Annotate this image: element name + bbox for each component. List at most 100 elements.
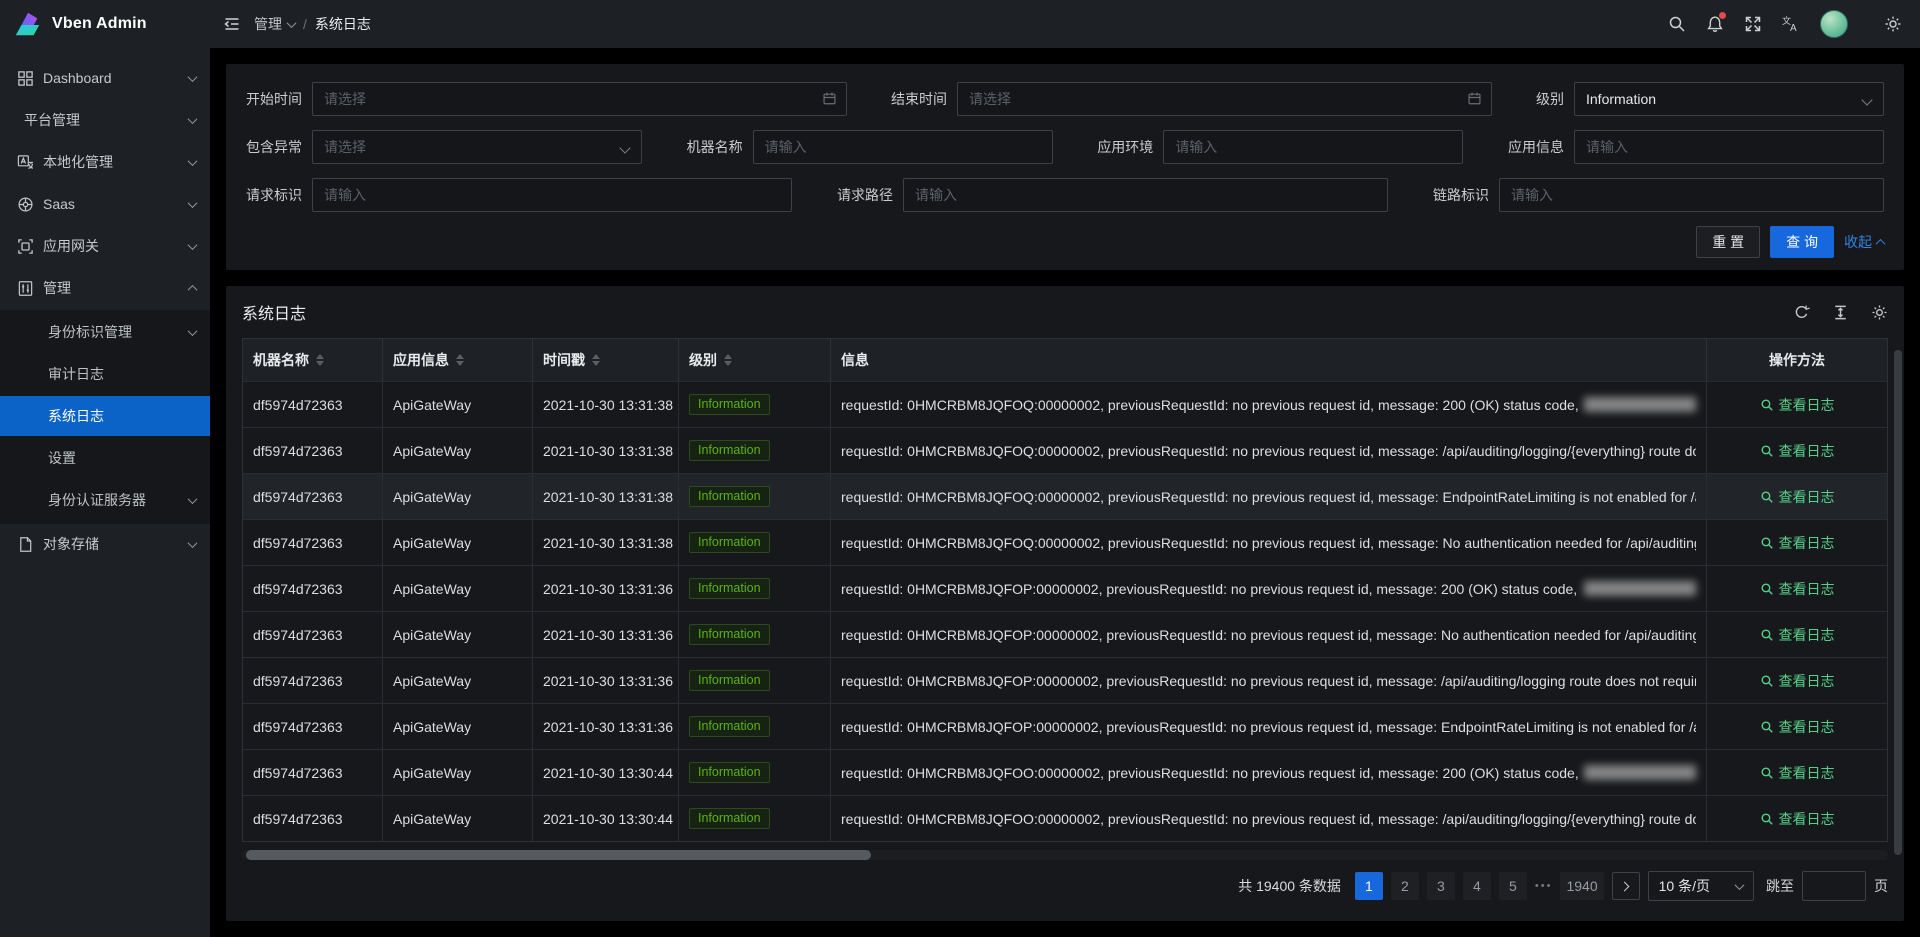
sidebar-item-settings[interactable]: 设置 — [0, 438, 210, 478]
view-log-link[interactable]: 查看日志 — [1760, 441, 1835, 461]
level-select[interactable]: Information — [1574, 82, 1884, 116]
sort-carets-icon[interactable] — [316, 354, 324, 366]
column-label: 应用信息 — [393, 350, 449, 370]
page-button-4[interactable]: 4 — [1463, 872, 1491, 900]
field-label-machine-name: 机器名称 — [687, 137, 743, 157]
view-log-link[interactable]: 查看日志 — [1760, 533, 1835, 553]
horizontal-scrollbar-thumb[interactable] — [246, 850, 871, 860]
breadcrumb-root[interactable]: 管理 — [254, 14, 295, 34]
page-button-3[interactable]: 3 — [1427, 872, 1455, 900]
cell-message: requestId: 0HMCRBM8JQFOP:00000002, previ… — [831, 704, 1707, 749]
jump-label: 跳至 — [1766, 876, 1794, 896]
view-log-link[interactable]: 查看日志 — [1760, 671, 1835, 691]
cell-timestamp: 2021-10-30 13:31:36 — [533, 704, 679, 749]
sidebar-item-platform[interactable]: 平台管理 — [0, 100, 210, 140]
start-time-date-picker[interactable]: 请选择 — [312, 82, 847, 116]
trace-id-input[interactable]: 请输入 — [1499, 178, 1884, 212]
filter-field-request-path: 请求路径请输入 — [837, 178, 1388, 212]
chevron-down-icon — [287, 18, 297, 28]
message-text: requestId: 0HMCRBM8JQFOP:00000002, previ… — [841, 581, 1581, 597]
table-row: df5974d72363ApiGateWay2021-10-30 13:30:4… — [243, 749, 1887, 795]
field-label-trace-id: 链路标识 — [1433, 185, 1489, 205]
cell-actions: 查看日志 — [1707, 612, 1887, 657]
column-header-app-info[interactable]: 应用信息 — [383, 339, 533, 381]
sidebar-item-gateway[interactable]: 应用网关 — [0, 226, 210, 266]
avatar[interactable] — [1820, 10, 1848, 38]
filter-field-machine-name: 机器名称请输入 — [687, 130, 1053, 164]
filter-field-app-env: 应用环境请输入 — [1097, 130, 1463, 164]
view-log-link[interactable]: 查看日志 — [1760, 487, 1835, 507]
request-path-input[interactable]: 请输入 — [903, 178, 1388, 212]
gear-icon[interactable] — [1871, 304, 1888, 321]
logo[interactable]: Vben Admin — [0, 0, 210, 48]
filter-field-app-info: 应用信息请输入 — [1508, 130, 1884, 164]
search-icon — [1760, 444, 1774, 458]
search-icon[interactable] — [1658, 0, 1696, 48]
sidebar-item-label: 系统日志 — [48, 406, 196, 426]
sidebar-item-localization[interactable]: 本地化管理 — [0, 142, 210, 182]
bell-icon[interactable] — [1696, 0, 1734, 48]
cell-machine-name: df5974d72363 — [243, 566, 383, 611]
next-page-button[interactable] — [1612, 872, 1640, 900]
pagination-ellipsis[interactable]: ••• — [1535, 880, 1553, 892]
jump-page-input[interactable] — [1802, 871, 1866, 901]
log-table: 机器名称应用信息时间戳级别信息操作方法 df5974d72363ApiGateW… — [242, 338, 1888, 842]
view-log-link[interactable]: 查看日志 — [1760, 763, 1835, 783]
fullscreen-icon[interactable] — [1734, 0, 1772, 48]
reset-button[interactable]: 重 置 — [1696, 226, 1760, 258]
gear-icon[interactable] — [1874, 0, 1912, 48]
app-env-input[interactable]: 请输入 — [1163, 130, 1463, 164]
sidebar-item-storage[interactable]: 对象存储 — [0, 524, 210, 564]
collapse-link[interactable]: 收起 — [1844, 232, 1884, 252]
sort-carets-icon[interactable] — [592, 354, 600, 366]
sidebar-item-audit-log[interactable]: 审计日志 — [0, 354, 210, 394]
page-button-1[interactable]: 1 — [1355, 872, 1383, 900]
field-placeholder: 请选择 — [324, 89, 366, 109]
sidebar-item-label: 身份认证服务器 — [48, 490, 180, 510]
page-button-5[interactable]: 5 — [1499, 872, 1527, 900]
sidebar-item-system-log[interactable]: 系统日志 — [0, 396, 210, 436]
view-log-link[interactable]: 查看日志 — [1760, 579, 1835, 599]
sidebar-item-dashboard[interactable]: Dashboard — [0, 58, 210, 98]
saas-icon — [17, 196, 34, 213]
column-header-timestamp[interactable]: 时间戳 — [533, 339, 679, 381]
sort-carets-icon[interactable] — [724, 354, 732, 366]
table-toolbar — [1793, 304, 1888, 321]
cell-level: Information — [679, 750, 831, 795]
app-info-input[interactable]: 请输入 — [1574, 130, 1884, 164]
vertical-scrollbar-thumb[interactable] — [1894, 350, 1902, 855]
page-button-2[interactable]: 2 — [1391, 872, 1419, 900]
machine-name-input[interactable]: 请输入 — [753, 130, 1053, 164]
notification-badge — [1719, 12, 1726, 19]
sidebar-item-saas[interactable]: Saas — [0, 184, 210, 224]
sidebar-item-management[interactable]: 管理 — [0, 268, 210, 308]
cell-message: requestId: 0HMCRBM8JQFOQ:00000002, previ… — [831, 520, 1707, 565]
table-row: df5974d72363ApiGateWay2021-10-30 13:31:3… — [243, 611, 1887, 657]
column-header-machine-name[interactable]: 机器名称 — [243, 339, 383, 381]
view-log-link[interactable]: 查看日志 — [1760, 395, 1835, 415]
has-exception-select[interactable]: 请选择 — [312, 130, 642, 164]
view-log-label: 查看日志 — [1779, 763, 1835, 783]
view-log-link[interactable]: 查看日志 — [1760, 717, 1835, 737]
translate-icon[interactable]: 文A — [1772, 0, 1810, 48]
view-log-link[interactable]: 查看日志 — [1760, 809, 1835, 829]
row-height-icon[interactable] — [1832, 304, 1849, 321]
breadcrumb-separator: / — [303, 16, 307, 32]
filter-field-start-time: 开始时间请选择 — [246, 82, 847, 116]
sort-carets-icon[interactable] — [456, 354, 464, 366]
sidebar-item-auth-server[interactable]: 身份认证服务器 — [0, 480, 210, 520]
sidebar-item-identity[interactable]: 身份标识管理 — [0, 312, 210, 352]
page-size-select[interactable]: 10 条/页 — [1648, 871, 1754, 901]
cell-level: Information — [679, 658, 831, 703]
field-placeholder: 请输入 — [1586, 137, 1628, 157]
request-id-input[interactable]: 请输入 — [312, 178, 792, 212]
refresh-icon[interactable] — [1793, 304, 1810, 321]
page-button-1940[interactable]: 1940 — [1560, 872, 1603, 900]
query-button[interactable]: 查 询 — [1770, 226, 1834, 258]
menu-fold-icon[interactable] — [210, 0, 254, 48]
column-header-level[interactable]: 级别 — [679, 339, 831, 381]
gateway-icon — [17, 238, 34, 255]
end-time-date-picker[interactable]: 请选择 — [957, 82, 1492, 116]
view-log-link[interactable]: 查看日志 — [1760, 625, 1835, 645]
sidebar-item-label: 平台管理 — [24, 110, 180, 130]
